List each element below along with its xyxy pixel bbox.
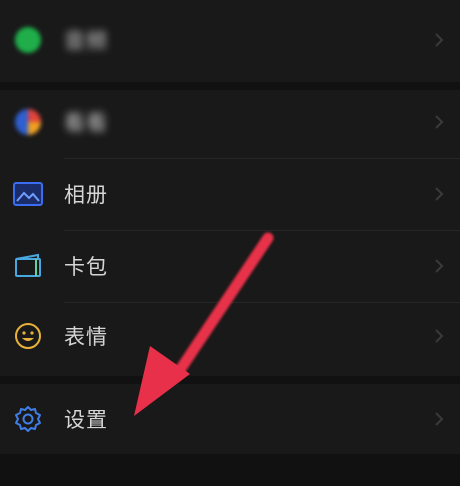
- menu-item-label: 卡包: [64, 255, 108, 279]
- chevron-right-icon: [432, 184, 446, 204]
- green-circle-icon: [12, 24, 44, 56]
- menu-item-0[interactable]: 音频: [0, 4, 460, 76]
- smiley-icon: [12, 320, 44, 352]
- mini-program-icon: [12, 106, 44, 138]
- gear-icon: [12, 403, 44, 435]
- menu-group-2: 看看 相册 卡包 表情: [0, 90, 460, 376]
- chevron-right-icon: [432, 112, 446, 132]
- me-tab-menu-screen: 音频 看看 相册 卡包 表情 设置: [0, 0, 460, 486]
- menu-item-1[interactable]: 看看: [0, 86, 460, 158]
- menu-item-label: 设置: [64, 408, 108, 432]
- menu-item-5[interactable]: 设置: [0, 384, 460, 454]
- menu-item-label: 音频: [64, 29, 108, 53]
- menu-item-label: 表情: [64, 325, 108, 349]
- chevron-right-icon: [432, 409, 446, 429]
- photo-album-icon: [12, 178, 44, 210]
- menu-item-label: 看看: [64, 111, 108, 135]
- menu-item-3[interactable]: 卡包: [0, 230, 460, 302]
- menu-item-2[interactable]: 相册: [0, 158, 460, 230]
- card-wallet-icon: [12, 250, 44, 282]
- chevron-right-icon: [432, 256, 446, 276]
- menu-item-label: 相册: [64, 183, 108, 207]
- menu-group-1: 音频: [0, 0, 460, 82]
- chevron-right-icon: [432, 326, 446, 346]
- chevron-right-icon: [432, 30, 446, 50]
- menu-group-3: 设置: [0, 384, 460, 454]
- menu-item-4[interactable]: 表情: [0, 300, 460, 372]
